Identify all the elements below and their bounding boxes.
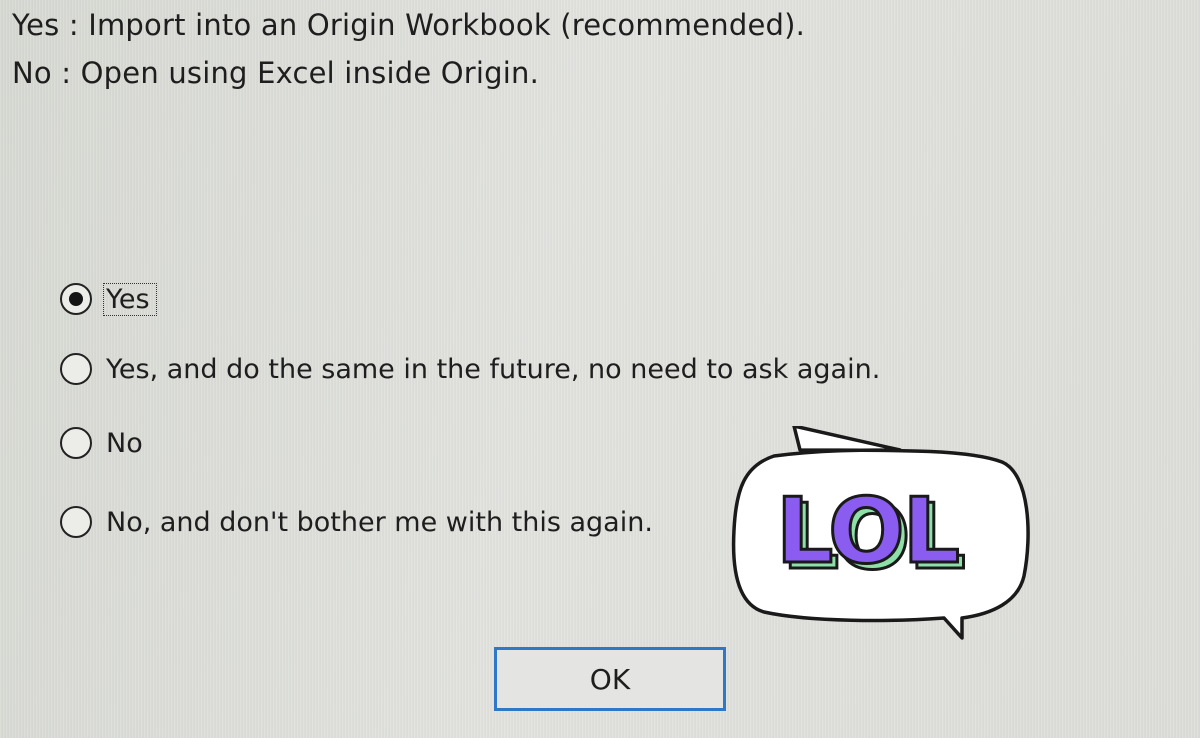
radio-yes-always[interactable] [60, 353, 92, 385]
ok-button[interactable]: OK [494, 647, 726, 711]
radio-no[interactable] [60, 427, 92, 459]
radio-no-always[interactable] [60, 506, 92, 538]
option-no-label: No [106, 427, 143, 459]
lol-speech-bubble-sticker: LOL LOL [730, 426, 1036, 640]
option-no-always-label: No, and don't bother me with this again. [106, 506, 653, 538]
radio-yes[interactable] [60, 283, 92, 315]
option-yes-always[interactable]: Yes, and do the same in the future, no n… [60, 349, 880, 389]
lol-sticker-text: LOL LOL [775, 478, 968, 592]
focus-indicator [103, 283, 157, 316]
import-options-dialog: ‾ ‾‾‾‾ ‾‾ ‾‾‾ ‾‾‾‾‾ ‾‾‾‾ ‾‾‾‾ ‾‾‾ ‾‾ ‾‾‾… [0, 0, 1200, 738]
option-no-always[interactable]: No, and don't bother me with this again. [60, 502, 653, 542]
option-no[interactable]: No [60, 423, 143, 463]
message-line-no: No : Open using Excel inside Origin. [12, 56, 540, 90]
speech-bubble-icon: LOL LOL [731, 426, 1030, 640]
svg-text:LOL: LOL [776, 479, 958, 584]
message-line-yes: Yes : Import into an Origin Workbook (re… [12, 8, 806, 42]
option-yes-always-label: Yes, and do the same in the future, no n… [106, 353, 881, 385]
